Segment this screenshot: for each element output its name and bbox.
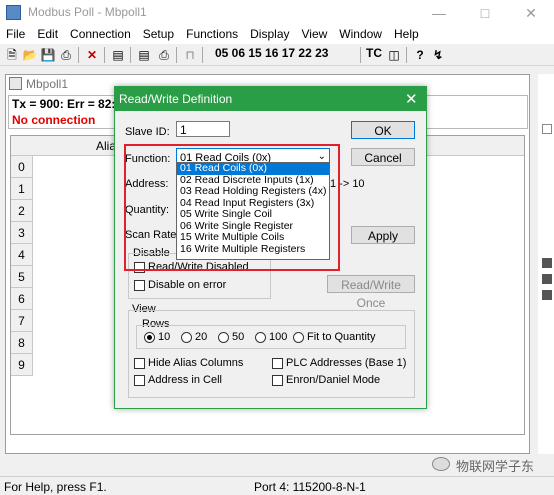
app-icon <box>6 5 21 20</box>
delete-icon[interactable]: ✕ <box>84 47 100 63</box>
tx-err-status: Tx = 900: Err = 82: <box>12 97 116 111</box>
menu-display[interactable]: Display <box>244 26 295 44</box>
grid-row-header: 8 <box>11 332 33 354</box>
address-in-cell-label: Address in Cell <box>148 374 222 386</box>
grid-row-header: 7 <box>11 310 33 332</box>
new-file-icon[interactable]: 🗎 <box>4 47 20 63</box>
dialog-close-icon[interactable]: ✕ <box>405 90 418 108</box>
status-bar: For Help, press F1. Port 4: 115200-8-N-1 <box>0 476 554 495</box>
disable-on-error-checkbox[interactable] <box>134 280 145 291</box>
grid-row-header: 3 <box>11 222 33 244</box>
rows-50-radio[interactable] <box>218 332 229 343</box>
toolbar-separator <box>360 47 361 63</box>
grid-marker-icon <box>542 274 552 284</box>
annotation-highlight-box <box>124 144 340 271</box>
disable-on-error-label: Disable on error <box>148 279 227 291</box>
menu-window[interactable]: Window <box>333 26 388 44</box>
grid-row-header: 1 <box>11 178 33 200</box>
menu-view[interactable]: View <box>296 26 334 44</box>
menu-connection[interactable]: Connection <box>64 26 137 44</box>
ok-button[interactable]: OK <box>351 121 415 139</box>
toolbar-separator <box>406 47 407 63</box>
background-window-edge <box>538 74 554 454</box>
grid-row-header: 6 <box>11 288 33 310</box>
grid-row-header: 9 <box>11 354 33 376</box>
menu-help[interactable]: Help <box>388 26 425 44</box>
dropdown-arrow-icon <box>542 124 552 134</box>
toolbar-separator <box>202 47 203 63</box>
rows-100-radio[interactable] <box>255 332 266 343</box>
close-window-button[interactable]: ✕ <box>508 0 554 26</box>
printer-setup-icon[interactable]: ⎙ <box>156 47 172 63</box>
grid-row-header: 4 <box>11 244 33 266</box>
function-code-buttons[interactable]: 05 06 15 16 17 22 23 <box>215 46 328 60</box>
menu-setup[interactable]: Setup <box>137 26 180 44</box>
grid-row-header: 2 <box>11 200 33 222</box>
enron-mode-label: Enron/Daniel Mode <box>286 374 381 386</box>
slave-id-label: Slave ID: <box>125 126 170 138</box>
context-help-icon[interactable]: ↯ <box>430 47 446 63</box>
maximize-button[interactable]: □ <box>462 0 508 26</box>
grid-row-header: 0 <box>11 156 33 178</box>
child-title: Mbpoll1 <box>26 77 69 91</box>
address-in-cell-checkbox[interactable] <box>134 375 145 386</box>
read-write-once-button[interactable]: Read/Write Once <box>327 275 415 310</box>
rows-fit-label: Fit to Quantity <box>307 331 376 343</box>
toolbar: 🗎 📂 💾 ⎙ ✕ ▤ ▤ ⎙ ⊓ 05 06 15 16 17 22 23 T… <box>0 44 554 66</box>
slave-id-input[interactable]: 1 <box>176 121 230 137</box>
cancel-button[interactable]: Cancel <box>351 148 415 166</box>
window-title: Modbus Poll - Mbpoll1 <box>28 5 147 19</box>
connection-error: No connection <box>12 113 96 127</box>
document-icon[interactable]: ▤ <box>136 47 152 63</box>
help-hint: For Help, press F1. <box>4 480 107 494</box>
grid-marker-icon <box>542 258 552 268</box>
plc-addresses-checkbox[interactable] <box>272 358 283 369</box>
save-icon[interactable]: 💾 <box>40 47 56 63</box>
wechat-icon <box>432 457 450 471</box>
toolbar-separator <box>104 47 105 63</box>
window-icon[interactable]: ▤ <box>110 47 126 63</box>
rows-50-label: 50 <box>232 331 245 343</box>
tc-button[interactable]: TC <box>366 46 382 60</box>
enron-mode-checkbox[interactable] <box>272 375 283 386</box>
toolbar-separator <box>130 47 131 63</box>
open-folder-icon[interactable]: 📂 <box>22 47 38 63</box>
plc-addresses-label: PLC Addresses (Base 1) <box>286 357 407 369</box>
watermark-text: 物联网学子东 <box>456 459 535 474</box>
rows-fit-radio[interactable] <box>293 332 304 343</box>
rows-100-label: 100 <box>269 331 288 343</box>
grid-row-header: 5 <box>11 266 33 288</box>
hide-alias-checkbox[interactable] <box>134 358 145 369</box>
dialog-titlebar: Read/Write Definition ✕ <box>115 87 426 111</box>
monitor-icon[interactable]: ◫ <box>386 47 402 63</box>
apply-button[interactable]: Apply <box>351 226 415 244</box>
child-window-icon <box>9 77 22 90</box>
port-status: Port 4: 115200-8-N-1 <box>254 480 366 494</box>
menu-bar: File Edit Connection Setup Functions Dis… <box>0 26 554 44</box>
print-icon[interactable]: ⎙ <box>58 47 74 63</box>
minimize-button[interactable]: — <box>416 0 462 26</box>
pulse-icon[interactable]: ⊓ <box>182 47 198 63</box>
dialog-title: Read/Write Definition <box>119 92 233 106</box>
rows-20-radio[interactable] <box>181 332 192 343</box>
watermark: 物联网学子东 <box>432 456 550 474</box>
rows-10-radio[interactable] <box>144 332 155 343</box>
menu-functions[interactable]: Functions <box>180 26 244 44</box>
rows-20-label: 20 <box>195 331 208 343</box>
toolbar-separator <box>78 47 79 63</box>
rows-10-label: 10 <box>158 331 171 343</box>
hide-alias-label: Hide Alias Columns <box>148 357 244 369</box>
toolbar-separator <box>176 47 177 63</box>
help-icon[interactable]: ? <box>412 47 428 63</box>
main-titlebar: Modbus Poll - Mbpoll1 — □ ✕ <box>0 0 554 26</box>
grid-marker-icon <box>542 290 552 300</box>
menu-edit[interactable]: Edit <box>31 26 64 44</box>
menu-file[interactable]: File <box>0 26 31 44</box>
